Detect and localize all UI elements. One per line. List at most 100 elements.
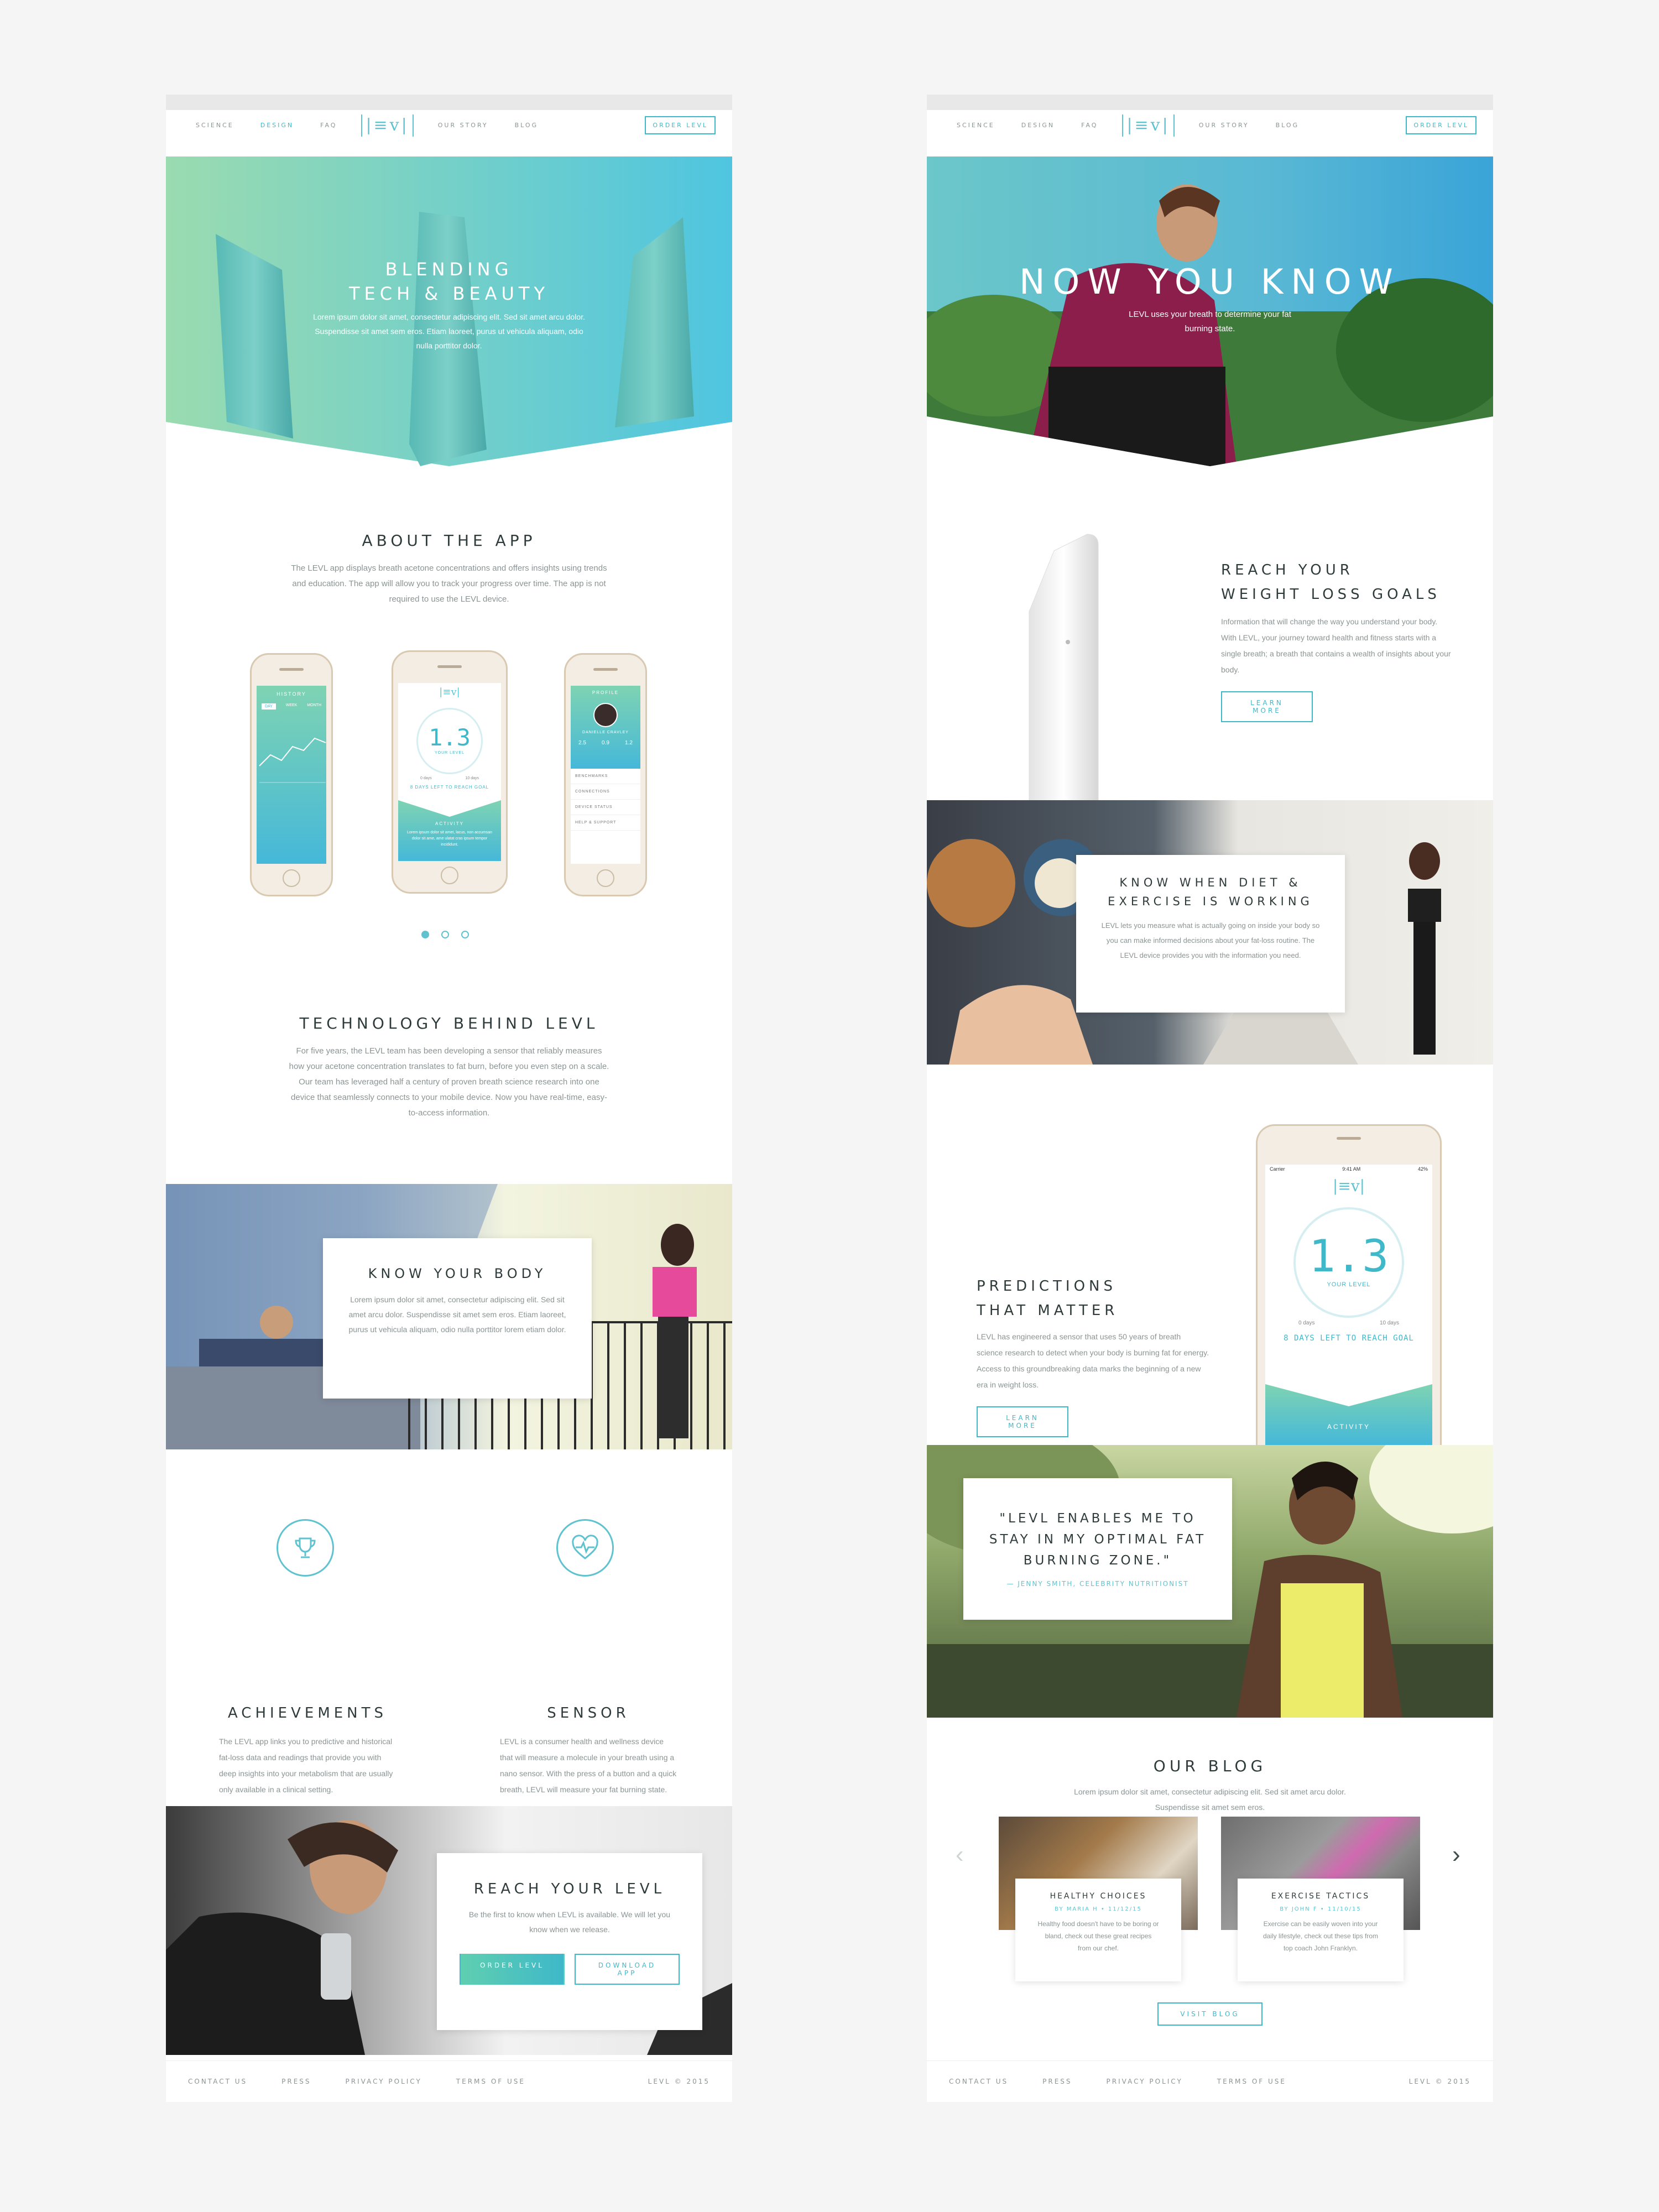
quote-line2: STAY IN MY OPTIMAL FAT <box>989 1532 1207 1547</box>
blog-next-arrow-icon[interactable]: › <box>1452 1841 1460 1869</box>
order-levl-cta[interactable]: ORDER LEVL <box>460 1954 565 1985</box>
visit-blog-button[interactable]: VISIT BLOG <box>1157 2002 1262 2026</box>
diet-card: KNOW WHEN DIET & EXERCISE IS WORKING LEV… <box>1076 855 1345 1013</box>
blog-title: OUR BLOG <box>1153 1757 1267 1775</box>
nav-design[interactable]: DESIGN <box>260 122 294 129</box>
max-days: 10 days <box>1379 1320 1399 1326</box>
sensor-text: LEVL is a consumer health and wellness d… <box>500 1737 677 1794</box>
quote-line1: "LEVL ENABLES ME TO <box>999 1511 1196 1526</box>
heart-pulse-icon <box>556 1519 614 1577</box>
order-levl-button[interactable]: ORDER LEVL <box>645 116 716 134</box>
blog-post-card-1[interactable]: HEALTHY CHOICES BY MARIA H • 11/12/15 He… <box>1015 1879 1181 1981</box>
top-nav: SCIENCE DESIGN FAQ |≡v| OUR STORY BLOG O… <box>927 110 1493 140</box>
browser-chrome-bar <box>166 95 732 110</box>
hero-title-line1: BLENDING <box>385 259 513 280</box>
order-levl-button[interactable]: ORDER LEVL <box>1406 116 1477 134</box>
nav-science[interactable]: SCIENCE <box>957 122 995 129</box>
level-unit: YOUR LEVEL <box>1327 1281 1371 1288</box>
activity-label[interactable]: ACTIVITY <box>1265 1423 1432 1431</box>
diet-text: LEVL lets you measure what is actually g… <box>1101 921 1320 959</box>
stat-1: 2.5 <box>578 740 586 746</box>
post-meta: BY MARIA H • 11/12/15 <box>1055 1906 1142 1912</box>
carousel-dot[interactable] <box>461 931 469 938</box>
hero-title: NOW YOU KNOW <box>1019 262 1401 302</box>
nav-blog[interactable]: BLOG <box>515 122 538 129</box>
footer-terms[interactable]: TERMS OF USE <box>1217 2078 1286 2085</box>
level-unit: YOUR LEVEL <box>435 751 465 755</box>
levl-logo[interactable]: |≡v| <box>1122 114 1175 137</box>
menu-device-status[interactable]: DEVICE STATUS <box>571 800 640 815</box>
carousel-dot-active[interactable] <box>421 931 429 938</box>
post-excerpt: Exercise can be easily woven into your d… <box>1262 1920 1379 1952</box>
app-logo: |≡v| <box>1332 1177 1365 1195</box>
about-title: ABOUT THE APP <box>362 531 536 550</box>
footer-terms[interactable]: TERMS OF USE <box>456 2078 525 2085</box>
home-button[interactable] <box>283 869 300 887</box>
menu-benchmarks[interactable]: BENCHMARKS <box>571 769 640 784</box>
min-days: 0 days <box>1298 1320 1315 1326</box>
quote-card: "LEVL ENABLES ME TO STAY IN MY OPTIMAL F… <box>963 1478 1232 1620</box>
hero-text: Lorem ipsum dolor sit amet, consectetur … <box>313 312 585 350</box>
tab-month[interactable]: MONTH <box>307 703 321 709</box>
footer: CONTACT US PRESS PRIVACY POLICY TERMS OF… <box>166 2060 732 2102</box>
menu-connections[interactable]: CONNECTIONS <box>571 784 640 800</box>
level-value: 1.3 <box>1308 1230 1389 1282</box>
blog-prev-arrow-icon[interactable]: ‹ <box>956 1841 964 1869</box>
predictions-title-line2: THAT MATTER <box>977 1302 1119 1319</box>
home-page-mockup: SCIENCE DESIGN FAQ |≡v| OUR STORY BLOG O… <box>927 95 1493 2102</box>
download-app-button[interactable]: DOWNLOAD APP <box>575 1954 680 1985</box>
activity-label[interactable]: ACTIVITY <box>398 821 501 826</box>
quote-author: — JENNY SMITH, CELEBRITY NUTRITIONIST <box>1006 1580 1189 1588</box>
status-time: 9:41 AM <box>1342 1166 1361 1172</box>
footer: CONTACT US PRESS PRIVACY POLICY TERMS OF… <box>927 2060 1493 2102</box>
footer-press[interactable]: PRESS <box>281 2078 311 2085</box>
footer-privacy[interactable]: PRIVACY POLICY <box>346 2078 422 2085</box>
nav-faq[interactable]: FAQ <box>1081 122 1098 129</box>
nav-our-story[interactable]: OUR STORY <box>1199 122 1249 129</box>
nav-science[interactable]: SCIENCE <box>196 122 234 129</box>
diet-title-line1: KNOW WHEN DIET & <box>1119 876 1302 889</box>
profile-header: PROFILE <box>592 690 619 695</box>
footer-copyright: LEVL © 2015 <box>648 2078 710 2085</box>
learn-more-button[interactable]: LEARN MORE <box>1221 691 1313 722</box>
stat-2: 0.9 <box>602 740 609 746</box>
tab-week[interactable]: WEEK <box>286 703 298 709</box>
blog-post-card-2[interactable]: EXERCISE TACTICS BY JOHN F • 11/10/15 Ex… <box>1238 1879 1404 1981</box>
status-battery: 42% <box>1417 1166 1428 1172</box>
phone-level: |≡v| 1.3 YOUR LEVEL 0 days 10 days 8 DAY… <box>392 650 508 894</box>
post-excerpt: Healthy food doesn't have to be boring o… <box>1037 1920 1159 1952</box>
know-body-title: KNOW YOUR BODY <box>368 1266 547 1281</box>
post-title: EXERCISE TACTICS <box>1271 1892 1370 1901</box>
home-button[interactable] <box>597 869 614 887</box>
sensor-title: SENSOR <box>547 1705 630 1721</box>
reach-goals-title-line1: REACH YOUR <box>1221 562 1354 578</box>
top-nav: SCIENCE DESIGN FAQ |≡v| OUR STORY BLOG O… <box>166 110 732 140</box>
nav-design[interactable]: DESIGN <box>1021 122 1055 129</box>
carousel-dot[interactable] <box>441 931 449 938</box>
tab-day[interactable]: DAY <box>261 703 276 709</box>
activity-desc: Lorem ipsum dolor sit amet, lacus, non a… <box>406 831 493 847</box>
footer-contact[interactable]: CONTACT US <box>188 2078 247 2085</box>
learn-more-button-2[interactable]: LEARN MORE <box>977 1406 1068 1437</box>
footer-contact[interactable]: CONTACT US <box>949 2078 1008 2085</box>
levl-device-image <box>1004 529 1159 806</box>
nav-blog[interactable]: BLOG <box>1276 122 1299 129</box>
home-button[interactable] <box>441 867 458 884</box>
reach-text: Be the first to know when LEVL is availa… <box>468 1910 671 1934</box>
footer-press[interactable]: PRESS <box>1042 2078 1072 2085</box>
days-left: 8 DAYS LEFT TO REACH GOAL <box>410 785 489 790</box>
technology-text: For five years, the LEVL team has been d… <box>289 1046 609 1118</box>
history-header: HISTORY <box>276 691 306 697</box>
days-left: 8 DAYS LEFT TO REACH GOAL <box>1284 1334 1414 1343</box>
nav-faq[interactable]: FAQ <box>320 122 337 129</box>
menu-help[interactable]: HELP & SUPPORT <box>571 815 640 831</box>
diet-title-line2: EXERCISE IS WORKING <box>1108 895 1313 908</box>
footer-privacy[interactable]: PRIVACY POLICY <box>1107 2078 1183 2085</box>
achievements-title: ACHIEVEMENTS <box>227 1705 388 1721</box>
status-carrier: Carrier <box>1270 1166 1285 1172</box>
hero-title-line2: TECH & BEAUTY <box>348 283 550 304</box>
nav-our-story[interactable]: OUR STORY <box>438 122 488 129</box>
hero-banner: BLENDING TECH & BEAUTY Lorem ipsum dolor… <box>166 156 732 466</box>
levl-logo[interactable]: |≡v| <box>361 114 414 137</box>
reach-goals-text: Information that will change the way you… <box>1221 617 1451 674</box>
